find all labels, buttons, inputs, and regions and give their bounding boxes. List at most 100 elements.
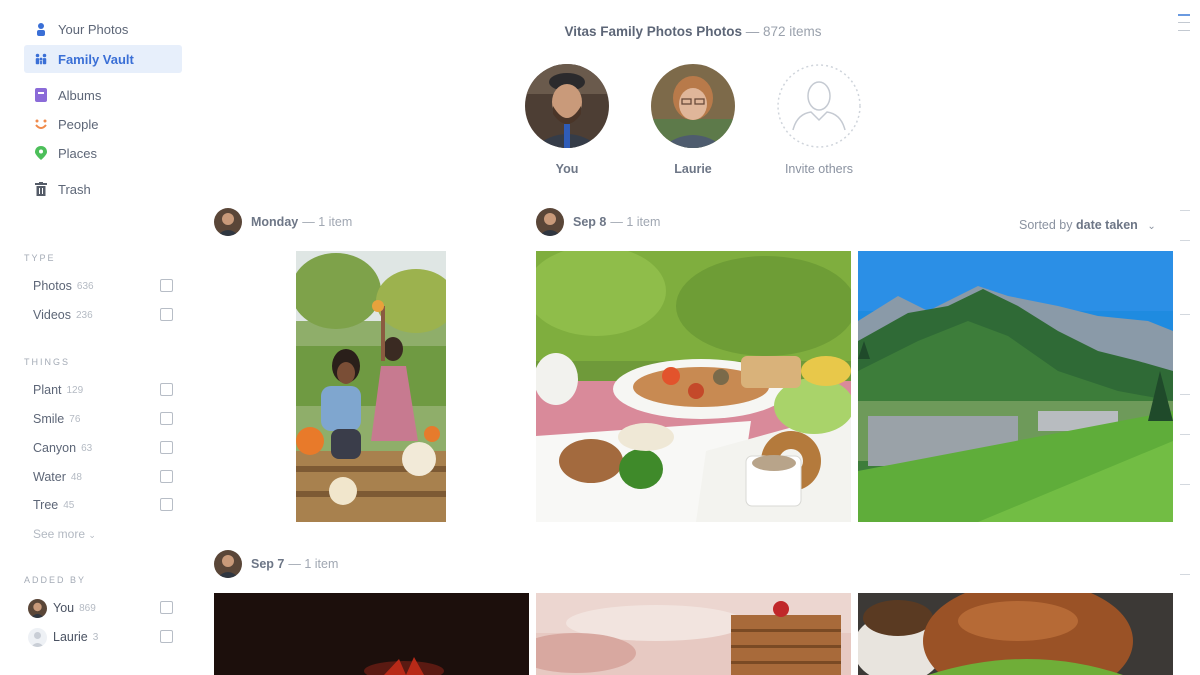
avatar (525, 64, 609, 148)
filter-checkbox[interactable] (160, 279, 173, 292)
avatar (651, 64, 735, 148)
filter-checkbox[interactable] (160, 441, 173, 454)
filter-checkbox[interactable] (160, 470, 173, 483)
vault-item-count: — 872 items (742, 24, 822, 39)
avatar (214, 208, 242, 236)
member-name: Laurie (674, 162, 712, 176)
chevron-down-icon: ⌄ (88, 530, 96, 540)
group-date: Monday (251, 215, 299, 229)
nav-label: Albums (58, 87, 102, 103)
date-group-header: Sep 7 — 1 item (214, 550, 338, 578)
avatar (28, 598, 47, 618)
nav-label: Places (58, 145, 98, 161)
filter-label: Plant (33, 383, 62, 397)
nav-label: Trash (58, 181, 91, 197)
invite-others-button[interactable]: Invite others (776, 64, 862, 176)
avatar-placeholder-icon (28, 627, 47, 647)
sort-prefix: Sorted by (1019, 218, 1076, 232)
filter-checkbox[interactable] (160, 601, 173, 614)
nav-albums[interactable]: Albums (24, 81, 182, 109)
filter-count: 236 (76, 309, 93, 321)
filter-count: 48 (70, 471, 82, 483)
filter-label: Water (33, 470, 66, 484)
filter-label: Photos (33, 279, 72, 293)
filter-plant[interactable]: Plant 129 (33, 380, 173, 400)
filter-checkbox[interactable] (160, 630, 173, 643)
nav-people[interactable]: People (24, 110, 182, 138)
user-count: 869 (79, 602, 96, 614)
group-count: — 1 item (288, 557, 339, 571)
photo-thumbnail[interactable] (536, 593, 851, 675)
timeline-indicator (1178, 14, 1190, 16)
timeline-tick (1180, 574, 1190, 575)
filter-label: Tree (33, 498, 59, 512)
vault-title: Vitas Family Photos Photos — 872 items (0, 24, 1200, 39)
invite-person-icon (777, 64, 861, 148)
photo-thumbnail[interactable] (858, 593, 1173, 675)
member-name: You (555, 162, 579, 176)
timeline-tick (1180, 210, 1190, 211)
nav-label: Family Vault (58, 51, 134, 67)
filter-checkbox[interactable] (160, 412, 173, 425)
filter-label: Canyon (33, 441, 77, 455)
nav-trash[interactable]: Trash (24, 175, 182, 203)
timeline-tick (1178, 30, 1190, 31)
group-date: Sep 8 (573, 215, 607, 229)
filter-label: Smile (33, 412, 65, 426)
see-more-link[interactable]: See more ⌄ (33, 527, 96, 541)
filter-checkbox[interactable] (160, 308, 173, 321)
photo-thumbnail[interactable] (214, 593, 529, 675)
filter-videos[interactable]: Videos 236 (33, 305, 173, 325)
chevron-down-icon: ⌄ (1147, 221, 1156, 232)
user-label: You (53, 601, 75, 615)
family-icon (34, 52, 48, 66)
vault-name: Vitas Family Photos Photos (564, 24, 742, 39)
added-by-section-title: ADDED BY (24, 575, 87, 585)
group-date: Sep 7 (251, 557, 285, 571)
filter-count: 636 (76, 280, 94, 292)
timeline-tick (1180, 484, 1190, 485)
trash-icon (34, 182, 48, 196)
photo-thumbnail[interactable] (536, 251, 851, 522)
group-count: — 1 item (610, 215, 661, 229)
date-group-header: Sep 8 — 1 item (536, 208, 660, 236)
smiley-icon (34, 117, 48, 131)
filter-photos[interactable]: Photos 636 (33, 276, 173, 296)
filter-smile[interactable]: Smile 76 (33, 409, 173, 429)
filter-canyon[interactable]: Canyon 63 (33, 438, 173, 458)
avatar (536, 208, 564, 236)
sort-dropdown[interactable]: Sorted by date taken ⌄ (1019, 218, 1156, 232)
filter-water[interactable]: Water 48 (33, 467, 173, 487)
album-icon (34, 88, 48, 102)
added-by-laurie[interactable]: Laurie 3 (28, 627, 173, 647)
added-by-you[interactable]: You 869 (28, 598, 173, 618)
member-laurie[interactable]: Laurie (650, 64, 736, 176)
filter-count: 63 (81, 442, 93, 454)
nav-places[interactable]: Places (24, 139, 182, 167)
timeline-scrollbar[interactable] (1178, 14, 1190, 664)
timeline-tick (1180, 394, 1190, 395)
type-section-title: TYPE (24, 253, 56, 263)
filter-count: 45 (63, 499, 75, 511)
timeline-tick (1180, 314, 1190, 315)
filter-label: Videos (33, 308, 71, 322)
photo-thumbnail[interactable] (858, 251, 1173, 522)
sidebar: Your Photos Family Vault Albums People P… (0, 0, 200, 675)
things-section-title: THINGS (24, 357, 71, 367)
group-count: — 1 item (302, 215, 353, 229)
pin-icon (34, 146, 48, 160)
timeline-tick (1178, 22, 1190, 23)
date-group-header: Monday — 1 item (214, 208, 352, 236)
filter-tree[interactable]: Tree 45 (33, 495, 173, 515)
filter-count: 129 (66, 384, 84, 396)
member-you[interactable]: You (524, 64, 610, 176)
photo-thumbnail[interactable] (296, 251, 446, 522)
nav-family-vault[interactable]: Family Vault (24, 45, 182, 73)
avatar (214, 550, 242, 578)
nav-label: People (58, 116, 99, 132)
filter-checkbox[interactable] (160, 383, 173, 396)
timeline-tick (1180, 240, 1190, 241)
filter-count: 76 (69, 413, 81, 425)
member-name: Invite others (784, 162, 854, 176)
filter-checkbox[interactable] (160, 498, 173, 511)
